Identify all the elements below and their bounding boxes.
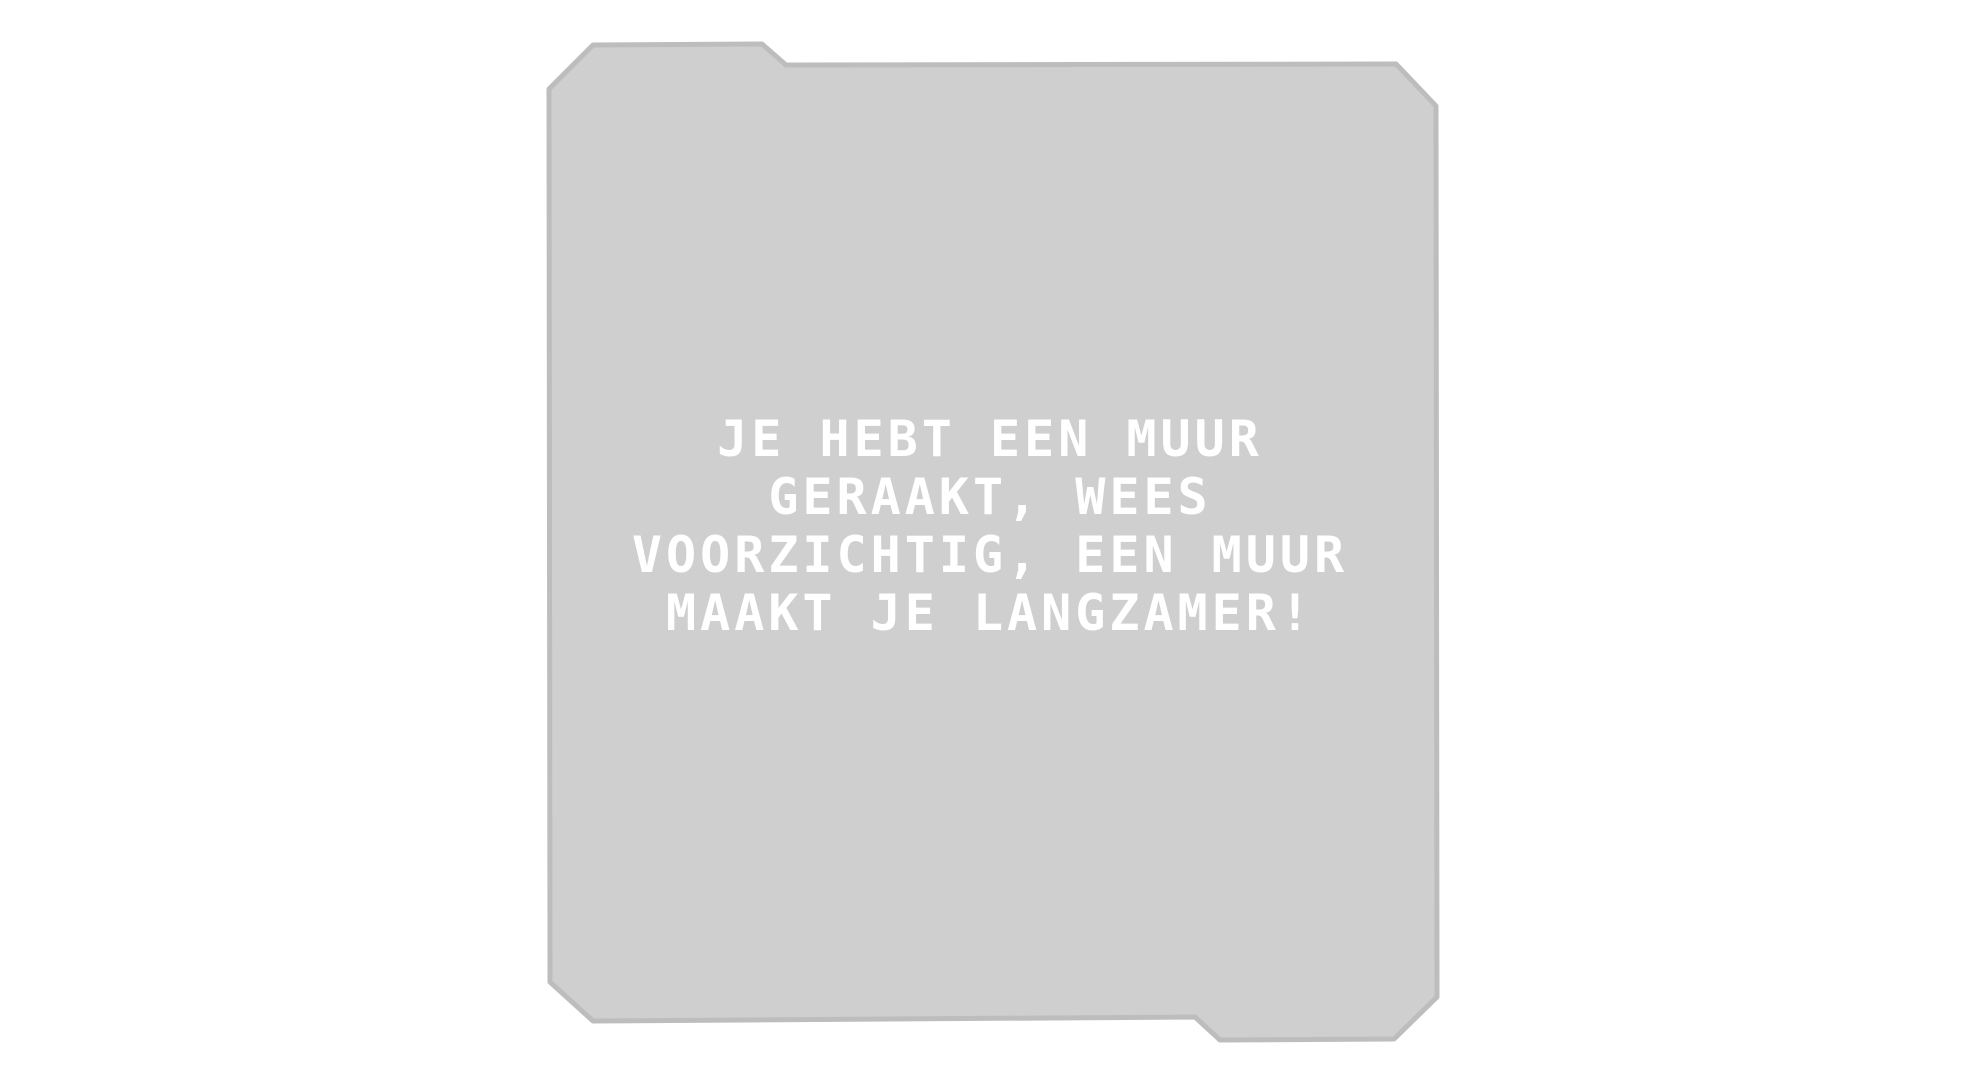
message-line: JE HEBT EEN MUUR <box>717 410 1263 468</box>
message-panel: JE HEBT EEN MUUR GERAAKT, WEES VOORZICHT… <box>0 0 1980 1080</box>
game-screen: JE HEBT EEN MUUR GERAAKT, WEES VOORZICHT… <box>0 0 1980 1080</box>
wall-hit-message: JE HEBT EEN MUUR GERAAKT, WEES VOORZICHT… <box>560 410 1420 642</box>
message-line: MAAKT JE LANGZAMER! <box>666 584 1314 642</box>
message-line: VOORZICHTIG, EEN MUUR <box>631 526 1349 584</box>
message-line: GERAAKT, WEES <box>768 468 1212 526</box>
